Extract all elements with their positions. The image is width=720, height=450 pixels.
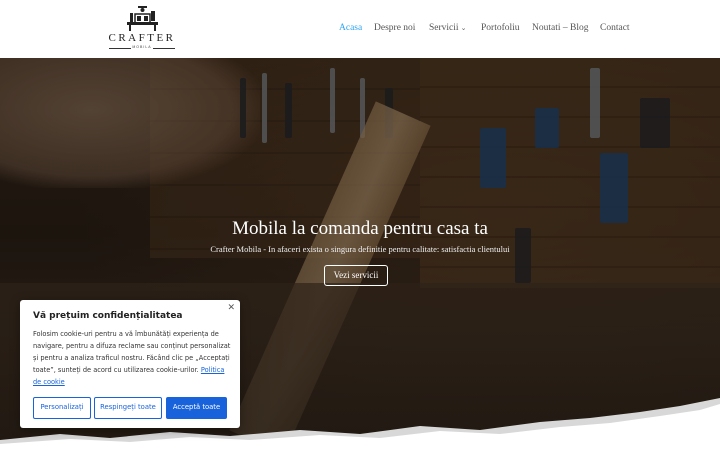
nav-item-blog[interactable]: Noutati – Blog <box>532 23 588 33</box>
chevron-down-icon: ⌄ <box>460 24 467 32</box>
cookie-title: Vă prețuim confidențialitatea <box>33 311 183 321</box>
reject-all-cookies-button[interactable]: Respingeți toate <box>94 397 162 419</box>
hero-subtitle: Crafter Mobila - In afaceri exista o sin… <box>210 244 510 254</box>
nav-item-servicii[interactable]: Servicii ⌄ <box>429 23 466 33</box>
close-icon[interactable]: ✕ <box>227 302 235 313</box>
nav-item-contact[interactable]: Contact <box>600 23 630 33</box>
nav-item-portofoliu[interactable]: Portofoliu <box>481 23 520 33</box>
nav-item-despre-noi[interactable]: Despre noi <box>374 23 415 33</box>
cookie-consent-banner: ✕ Vă prețuim confidențialitatea Folosim … <box>20 300 240 428</box>
logo-divider <box>153 48 175 49</box>
nav-item-acasa[interactable]: Acasa <box>339 23 362 33</box>
hero-title: Mobila la comanda pentru casa ta <box>232 218 488 239</box>
nav-item-label: Servicii <box>429 23 459 33</box>
site-header: CRAFTER MOBILA Acasa Despre noi Servicii… <box>0 0 720 58</box>
customize-cookies-button[interactable]: Personalizați <box>33 397 91 419</box>
main-nav: Acasa Despre noi Servicii ⌄ Portofoliu No… <box>0 23 720 37</box>
view-services-button[interactable]: Vezi servicii <box>324 265 388 286</box>
cookie-description: Folosim cookie-uri pentru a vă îmbunătăț… <box>33 328 233 388</box>
accept-all-cookies-button[interactable]: Acceptă toate <box>166 397 227 419</box>
